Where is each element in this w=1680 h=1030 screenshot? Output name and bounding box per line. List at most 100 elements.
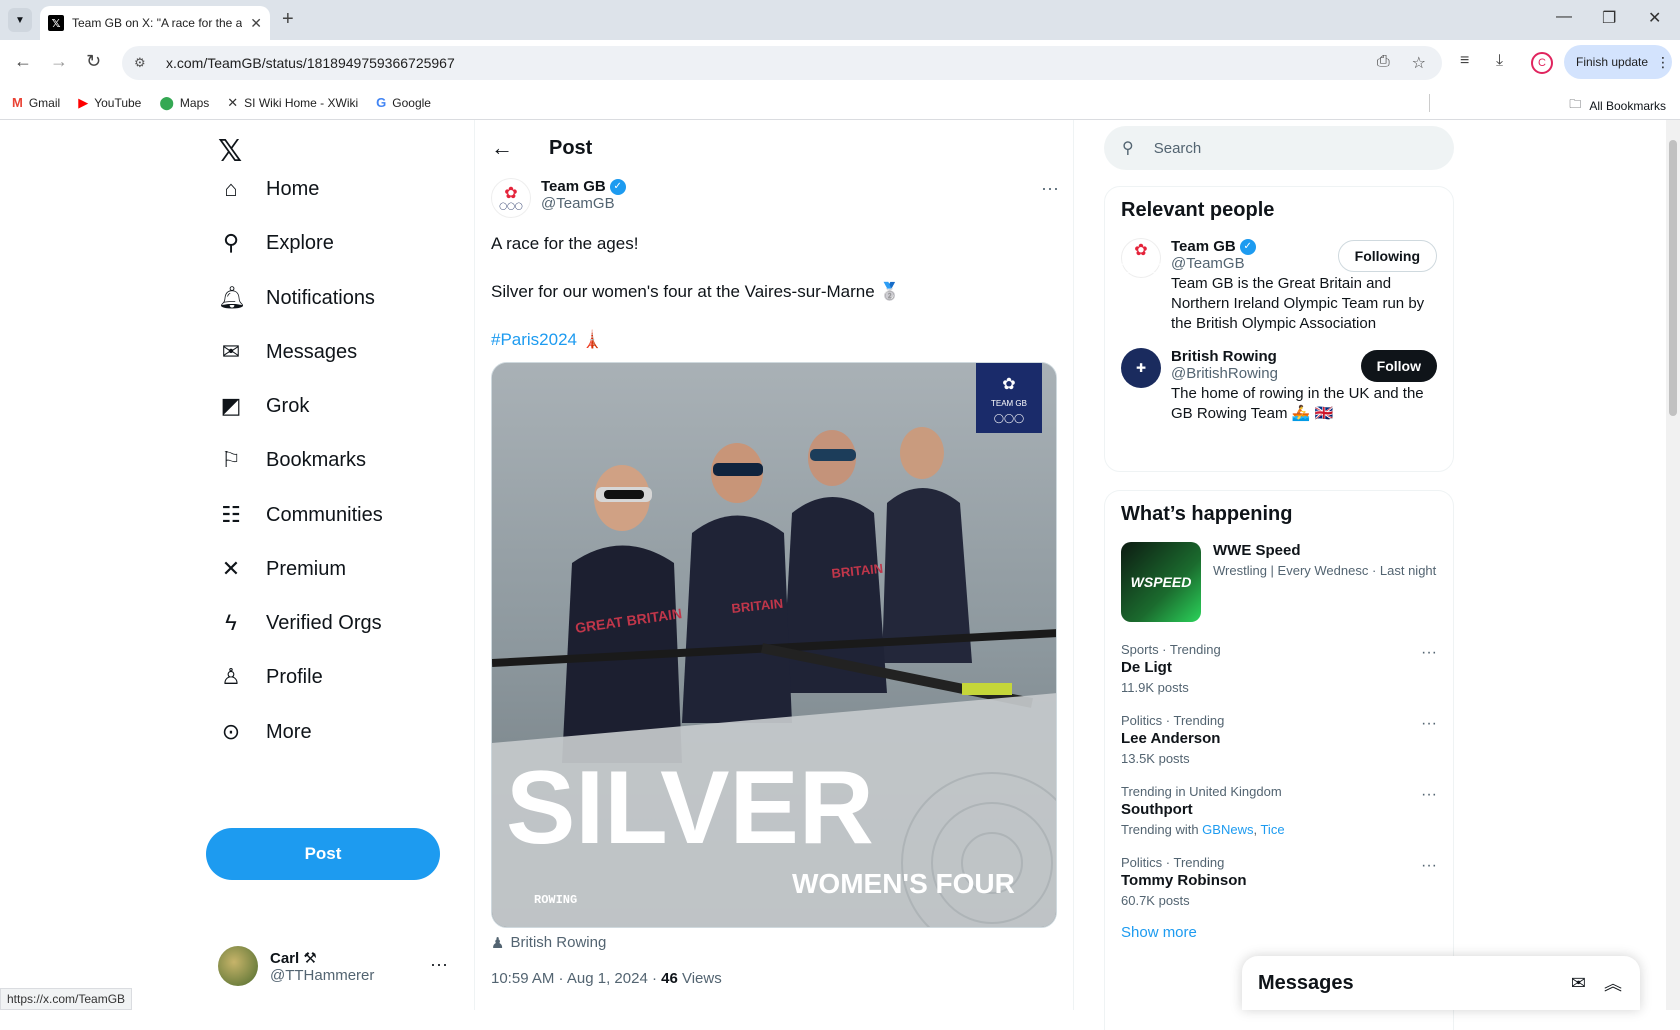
trend-category: Politics · Trending [1121,713,1225,728]
reload-icon[interactable]: ↻ [86,51,101,72]
account-switcher[interactable]: Carl ⚒ @TTHammerer ··· [218,942,458,990]
scrollbar-thumb[interactable] [1669,140,1677,416]
new-message-icon[interactable]: ✉ [1571,973,1586,994]
post-image[interactable]: GREAT BRITAIN BRITAIN BRITAIN SILVER WOM… [491,362,1057,928]
person-name: Team GB [1171,238,1236,255]
more-icon[interactable]: ··· [1421,644,1437,662]
trend-item[interactable]: Politics · Trending Tommy Robinson 60.7K… [1105,847,1453,918]
star-icon[interactable]: ☆ [1412,53,1426,73]
restore-icon[interactable]: ❐ [1602,8,1616,28]
nav-label: More [266,720,312,743]
following-button[interactable]: Following [1337,240,1437,272]
verified-badge-icon: ✓ [609,178,626,195]
search-input[interactable] [1153,139,1414,157]
bookmark-icon: ⚐ [221,447,241,472]
bookmark-xwiki[interactable]: ✕ SI Wiki Home - XWiki [227,95,358,111]
nav-label: Messages [266,340,358,363]
follow-button[interactable]: Follow [1360,350,1437,382]
window-close-icon[interactable]: ✕ [1648,8,1661,28]
nav-grok[interactable]: ◩ Grok [218,393,310,419]
trend-link[interactable]: GBNews [1202,822,1253,837]
team-gb-avatar: ✿ ◯◯◯ [1121,238,1161,278]
bookmark-youtube[interactable]: ▶ YouTube [78,95,141,111]
page-scrollbar[interactable] [1666,120,1680,1010]
hashtag-link[interactable]: #Paris2024 [491,330,577,349]
bookmark-google[interactable]: G Google [376,95,431,110]
author-handle[interactable]: @TeamGB [541,195,626,212]
trend-item[interactable]: Trending in United Kingdom Southport Tre… [1105,776,1453,847]
profile-avatar[interactable]: C [1531,52,1553,74]
grok-icon: ◩ [220,393,242,418]
tab-search-button[interactable]: ▼ [8,8,32,32]
post-time[interactable]: 10:59 AM · Aug 1, 2024 · [491,970,661,987]
kebab-menu-icon: ⋮ [1656,53,1671,70]
nav-messages[interactable]: ✉ Messages [218,339,357,365]
nav-home[interactable]: ⌂ Home [218,176,319,202]
new-tab-button[interactable]: + [282,8,294,31]
messages-drawer-title: Messages [1258,971,1354,994]
messages-drawer[interactable]: Messages ✉ ︽ [1242,956,1640,1010]
address-bar[interactable]: ⚙ x.com/TeamGB/status/181894975936672596… [122,46,1442,80]
search-icon: ⚲ [222,230,240,255]
install-app-icon[interactable]: ⎙ [1377,53,1390,73]
bell-icon: 🔔︎ [218,285,246,310]
post-line-3: #Paris2024 🗼 [491,328,1059,352]
trend-name: Southport [1121,801,1193,818]
author-name-row[interactable]: Team GB ✓ [541,178,626,195]
more-icon[interactable]: ··· [1041,178,1059,199]
more-icon[interactable]: ··· [1421,715,1437,733]
bookmark-maps[interactable]: ⬤ Maps [159,95,209,111]
verified-badge-icon: ✓ [1239,238,1256,255]
nav-label: Explore [266,231,334,254]
close-icon[interactable]: ✕ [250,15,262,32]
post-line-1: A race for the ages! [491,234,639,253]
nav-premium[interactable]: ✕ Premium [218,556,346,582]
trend-count: Trending with GBNews, Tice [1121,822,1285,837]
bookmark-label: YouTube [94,95,142,110]
trend-item[interactable]: Politics · Trending Lee Anderson 13.5K p… [1105,705,1453,776]
forward-icon[interactable]: → [50,51,68,72]
back-icon[interactable]: ← [14,51,32,72]
minimize-icon[interactable]: — [1556,8,1572,26]
nav-label: Communities [266,503,383,526]
browser-toolbar: ← → ↻ ⚙ x.com/TeamGB/status/181894975936… [0,40,1680,86]
x-logo-icon[interactable]: 𝕏 [218,134,242,169]
post-author: ✿ ◯◯◯ Team GB ✓ @TeamGB ··· [491,178,1059,226]
expand-icon[interactable]: ︽ [1604,970,1622,996]
x-icon: ✕ [221,556,241,581]
download-icon[interactable]: ⤓ [1496,52,1503,70]
person-item-team-gb[interactable]: ✿ ◯◯◯ Team GB ✓ @TeamGB Team GB is the Gre… [1105,234,1453,344]
nav-communities[interactable]: ☷ Communities [218,502,383,528]
trend-item[interactable]: Sports · Trending De Ligt 11.9K posts ··… [1105,634,1453,705]
trend-link[interactable]: Tice [1260,822,1284,837]
nav-profile[interactable]: ♙ Profile [218,664,323,690]
post-button[interactable]: Post [206,828,440,880]
nav-bookmarks[interactable]: ⚐ Bookmarks [218,447,366,473]
site-info-icon[interactable]: ⚙ [134,55,156,71]
more-icon[interactable]: ··· [1421,857,1437,875]
team-gb-avatar[interactable]: ✿ ◯◯◯ [491,178,531,218]
nav-notifications[interactable]: 🔔︎ Notifications [218,285,375,311]
all-bookmarks-button[interactable]: 🗀 All Bookmarks [1569,95,1666,116]
account-handle: @TTHammerer [270,966,375,984]
browser-tab[interactable]: 𝕏 Team GB on X: "A race for the a ✕ [40,6,270,40]
nav-explore[interactable]: ⚲ Explore [218,230,334,256]
media-credit[interactable]: ♟ British Rowing [491,934,606,952]
more-icon[interactable]: ··· [1421,786,1437,804]
nav-verified-orgs[interactable]: ϟ Verified Orgs [218,610,381,636]
badge-text: TEAM GB [991,399,1027,408]
olympic-rings-icon: ◯◯◯ [1120,259,1162,273]
back-arrow-icon[interactable]: ← [491,135,531,161]
reading-list-icon[interactable]: ≡ [1460,52,1469,70]
search-box[interactable]: ⚲ [1104,126,1454,170]
more-icon[interactable]: ··· [430,954,448,975]
show-more-link[interactable]: Show more [1105,918,1453,957]
views-count: 46 [661,970,678,987]
finish-update-button[interactable]: Finish update ⋮ [1564,45,1672,79]
bookmark-gmail[interactable]: M Gmail [12,95,60,110]
image-corner-text: ROWING [534,893,577,907]
event-item-wwe[interactable]: WSPEED WWE Speed Wrestling | Every Wedne… [1105,538,1453,634]
person-item-british-rowing[interactable]: ✚ British Rowing @BritishRowing The home… [1105,344,1453,434]
trend-with-label: Trending with [1121,822,1203,837]
nav-more[interactable]: ⊙ More [218,719,312,745]
